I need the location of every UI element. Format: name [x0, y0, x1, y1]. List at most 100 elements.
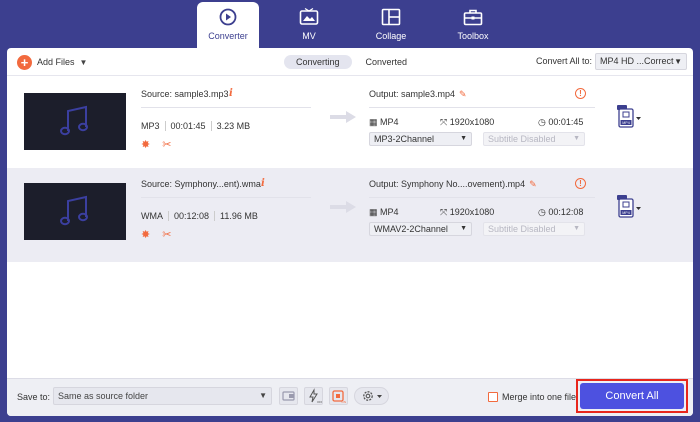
tab-toolbox[interactable]: Toolbox: [442, 2, 504, 48]
output-duration-value: 00:12:08: [548, 207, 584, 217]
source-format: WMA: [141, 211, 169, 221]
tab-collage[interactable]: Collage: [360, 2, 422, 48]
output-format-value: MP4: [380, 117, 399, 127]
converter-panel: + Add Files ▼ Converting Converted Conve…: [7, 48, 693, 416]
edit-tools: ✸ ✂: [141, 228, 171, 241]
gpu-acceleration-button[interactable]: ON: [329, 387, 348, 405]
merge-option[interactable]: Merge into one file: [488, 392, 576, 402]
converter-icon: [219, 8, 237, 26]
output-duration: ◷ 00:12:08: [538, 207, 583, 218]
subtitle-value: Subtitle Disabled: [488, 224, 556, 234]
subtitle-select[interactable]: Subtitle Disabled ▼: [483, 222, 585, 236]
tab-converter[interactable]: Converter: [197, 2, 259, 50]
arrow-right-icon: [330, 111, 356, 123]
scissors-icon[interactable]: ✂: [162, 138, 171, 151]
output-duration: ◷ 00:01:45: [538, 117, 583, 128]
output-resolution-value: 1920x1080: [449, 117, 495, 127]
output-format: ▦ MP4: [369, 207, 399, 218]
divider: [369, 197, 595, 198]
top-nav: Converter MV Collage Toolbox: [0, 0, 700, 50]
output-resolution-value: 1920x1080: [449, 207, 495, 217]
info-icon[interactable]: i: [261, 178, 265, 189]
gpu-on-icon: ON: [332, 390, 347, 404]
output-meta: ▦ MP4 ⤧ 1920x1080 ◷ 00:12:08: [369, 207, 595, 219]
warning-icon[interactable]: !: [575, 88, 586, 99]
thumbnail[interactable]: [24, 93, 126, 150]
source-meta: WMA 00:12:08 11.96 MB: [141, 211, 268, 221]
edit-pencil-icon[interactable]: ✎: [459, 89, 467, 99]
output-duration-value: 00:01:45: [548, 117, 584, 127]
output-resolution: ⤧ 1920x1080: [440, 207, 494, 218]
mv-icon: [299, 8, 319, 25]
enhance-icon[interactable]: ✸: [141, 228, 150, 241]
format-badge-text: MP4: [622, 211, 629, 215]
status-tabs: Converting Converted: [284, 55, 419, 69]
open-folder-button[interactable]: [279, 387, 298, 405]
tab-mv[interactable]: MV: [278, 2, 340, 48]
subtitle-select[interactable]: Subtitle Disabled ▼: [483, 132, 585, 146]
clock-icon: ◷: [538, 207, 549, 217]
tab-converted[interactable]: Converted: [354, 55, 420, 69]
arrow-right-icon: [330, 201, 356, 213]
audio-track-select[interactable]: WMAV2-2Channel ▼: [369, 222, 472, 236]
convert-all-format-value: MP4 HD ...Correct: [600, 56, 674, 66]
thumbnail[interactable]: [24, 183, 126, 240]
convert-all-button[interactable]: Convert All: [580, 383, 684, 409]
hardware-acceleration-button[interactable]: OFF: [304, 387, 323, 405]
divider: [141, 107, 311, 108]
tab-mv-label: MV: [302, 31, 316, 41]
output-resolution: ⤧ 1920x1080: [440, 117, 494, 128]
svg-text:OFF: OFF: [317, 400, 322, 404]
tab-converter-label: Converter: [208, 31, 248, 41]
svg-text:ON: ON: [342, 400, 347, 404]
format-badge-text: MP4: [622, 121, 629, 125]
audio-track-value: MP3-2Channel: [374, 134, 435, 144]
source-size: 3.23 MB: [216, 121, 251, 131]
audio-track-select[interactable]: MP3-2Channel ▼: [369, 132, 472, 146]
chevron-down-icon: ▼: [259, 391, 267, 400]
merge-checkbox[interactable]: [488, 392, 498, 402]
output-filename: Output: Symphony No....ovement).mp4 ✎: [369, 179, 537, 190]
output-format-icon[interactable]: MP4: [616, 194, 642, 222]
settings-button[interactable]: [354, 387, 389, 405]
save-to-value: Same as source folder: [58, 391, 149, 401]
resize-icon: ⤧: [440, 117, 450, 127]
output-filename-text: Output: Symphony No....ovement).mp4: [369, 179, 526, 189]
warning-icon[interactable]: !: [575, 178, 586, 189]
output-meta: ▦ MP4 ⤧ 1920x1080 ◷ 00:01:45: [369, 117, 595, 129]
edit-tools: ✸ ✂: [141, 138, 171, 151]
tab-converting[interactable]: Converting: [284, 55, 352, 69]
chevron-down-icon: ▼: [460, 225, 467, 232]
source-format: MP3: [141, 121, 166, 131]
output-filename-text: Output: sample3.mp4: [369, 89, 456, 99]
music-note-icon: [60, 195, 88, 226]
add-files-button[interactable]: + Add Files ▼: [17, 54, 87, 70]
source-duration: 00:01:45: [171, 121, 212, 131]
resize-icon: ⤧: [440, 207, 450, 217]
info-icon[interactable]: i: [229, 88, 233, 99]
convert-all-format-select[interactable]: MP4 HD ...Correct ▼: [595, 53, 687, 70]
source-filename: Source: Symphony...ent).wma: [141, 179, 261, 189]
plus-icon: +: [17, 54, 32, 70]
source-duration: 00:12:08: [174, 211, 216, 221]
output-format-icon[interactable]: MP4: [616, 104, 642, 132]
music-note-icon: [60, 105, 88, 136]
convert-all-button-highlight: Convert All: [576, 379, 688, 413]
merge-label: Merge into one file: [502, 392, 577, 402]
convert-all-to-label: Convert All to:: [536, 56, 593, 66]
folder-icon: [282, 391, 295, 401]
chevron-down-icon: ▼: [460, 135, 467, 142]
collage-icon: [381, 8, 401, 26]
chevron-down-icon: ▼: [573, 225, 580, 232]
divider: [369, 107, 595, 108]
film-icon: ▦: [369, 207, 381, 217]
save-to-select[interactable]: Same as source folder ▼: [53, 387, 272, 405]
chevron-down-icon: ▼: [573, 135, 580, 142]
toolbox-icon: [463, 9, 483, 26]
clock-icon: ◷: [538, 117, 549, 127]
enhance-icon[interactable]: ✸: [141, 138, 150, 151]
scissors-icon[interactable]: ✂: [162, 228, 171, 241]
chevron-down-icon[interactable]: ▼: [80, 58, 88, 67]
output-format-value: MP4: [380, 207, 399, 217]
edit-pencil-icon[interactable]: ✎: [529, 179, 537, 189]
